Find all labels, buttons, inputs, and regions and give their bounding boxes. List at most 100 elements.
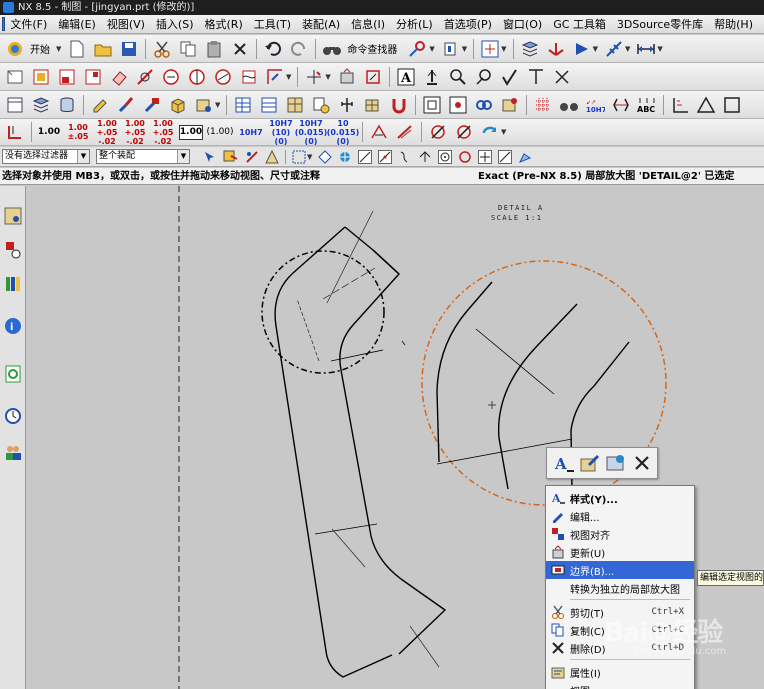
info-point-icon[interactable] bbox=[440, 38, 462, 60]
clock-icon[interactable] bbox=[2, 404, 24, 428]
nominal-format-button[interactable]: 1.00 bbox=[37, 121, 61, 143]
cursor-select-icon[interactable] bbox=[202, 149, 218, 165]
database-icon[interactable] bbox=[56, 94, 78, 116]
edit-tools-icon[interactable] bbox=[578, 451, 602, 475]
triangle-icon[interactable] bbox=[695, 94, 717, 116]
cut-icon[interactable] bbox=[151, 38, 173, 60]
menu-insert[interactable]: 插入(S) bbox=[156, 16, 194, 32]
view-label-icon[interactable] bbox=[447, 94, 469, 116]
menu-assemblies[interactable]: 装配(A) bbox=[302, 16, 340, 32]
chevron-down-icon[interactable]: ▼ bbox=[501, 45, 506, 53]
chevron-down-icon[interactable]: ▼ bbox=[501, 128, 506, 136]
eraser-icon[interactable] bbox=[108, 66, 130, 88]
unilateral-tolerance-button[interactable]: 1.00 +.05 -.02 bbox=[95, 119, 119, 145]
link-view-icon[interactable] bbox=[473, 94, 495, 116]
pencil-icon[interactable] bbox=[89, 94, 111, 116]
delete-icon[interactable] bbox=[229, 38, 251, 60]
base-view-icon[interactable] bbox=[30, 66, 52, 88]
detail-view-label[interactable]: DETAIL A bbox=[498, 204, 544, 212]
menu-information[interactable]: 信息(I) bbox=[351, 16, 385, 32]
menu-item-style[interactable]: A 样式(Y)... bbox=[546, 489, 694, 507]
start-icon[interactable] bbox=[4, 38, 26, 60]
chevron-down-icon[interactable]: ▼ bbox=[429, 45, 434, 53]
menu-window[interactable]: 窗口(O) bbox=[503, 16, 542, 32]
open-folder-icon[interactable] bbox=[92, 38, 114, 60]
menu-file[interactable]: 文件(F) bbox=[10, 16, 47, 32]
body-select-icon[interactable] bbox=[264, 149, 280, 165]
update-view-icon[interactable] bbox=[336, 66, 358, 88]
frame-view-icon[interactable] bbox=[421, 94, 443, 116]
feature-select-icon[interactable] bbox=[244, 149, 260, 165]
snap-sets-icon[interactable] bbox=[337, 149, 353, 165]
box-3d-icon[interactable] bbox=[167, 94, 189, 116]
part-navigator-icon[interactable] bbox=[2, 238, 24, 262]
mid-point-icon[interactable] bbox=[377, 149, 393, 165]
chevron-down-icon[interactable]: ▼ bbox=[215, 101, 220, 109]
menu-format[interactable]: 格式(R) bbox=[205, 16, 243, 32]
bent-bar-geometry[interactable] bbox=[274, 226, 447, 678]
bilateral-tolerance-button[interactable]: 1.00 ±.05 bbox=[65, 121, 91, 143]
layer-settings-icon[interactable] bbox=[30, 94, 52, 116]
weld-symbol-icon[interactable] bbox=[525, 66, 547, 88]
fit-view-icon[interactable] bbox=[479, 38, 501, 60]
gear-box-icon[interactable] bbox=[193, 94, 215, 116]
diameter-alt-icon[interactable] bbox=[453, 121, 475, 143]
move-axis-icon[interactable] bbox=[603, 38, 625, 60]
menu-item-copy[interactable]: 复制(C) Ctrl+C bbox=[546, 621, 694, 639]
chevron-down-icon[interactable]: ▼ bbox=[625, 45, 630, 53]
menu-item-properties[interactable]: 属性(I) bbox=[546, 663, 694, 681]
wcs-icon[interactable] bbox=[545, 38, 567, 60]
close-icon[interactable] bbox=[630, 451, 654, 475]
menu-preferences[interactable]: 首选项(P) bbox=[444, 16, 492, 32]
chevron-down-icon[interactable]: ▼ bbox=[307, 153, 312, 161]
layer-stack-icon[interactable] bbox=[519, 38, 541, 60]
roles-icon[interactable] bbox=[2, 440, 24, 464]
menu-item-cut[interactable]: 剪切(T) Ctrl+X bbox=[546, 603, 694, 621]
drawing-view-icon[interactable] bbox=[82, 66, 104, 88]
chamfer-dim-icon[interactable] bbox=[610, 94, 632, 116]
fit-limit-button[interactable]: 10H7 (0.015) (0) bbox=[295, 119, 328, 145]
quadrant-point-icon[interactable] bbox=[457, 149, 473, 165]
surface-finish-icon[interactable] bbox=[499, 66, 521, 88]
arc-center-icon[interactable] bbox=[437, 149, 453, 165]
point-on-curve-icon[interactable] bbox=[497, 149, 513, 165]
menu-item-view-alignment[interactable]: 视图对齐 bbox=[546, 525, 694, 543]
web-browser-icon[interactable]: i bbox=[2, 314, 24, 338]
auto-balloon-icon[interactable] bbox=[310, 94, 332, 116]
detail-source-circle[interactable] bbox=[261, 250, 385, 374]
grid-snap-icon[interactable] bbox=[532, 94, 554, 116]
text-style-icon[interactable]: A bbox=[552, 451, 576, 475]
new-file-icon[interactable] bbox=[66, 38, 88, 60]
break-out-icon[interactable] bbox=[264, 66, 286, 88]
diameter-icon[interactable] bbox=[427, 121, 449, 143]
view-style-icon[interactable] bbox=[499, 94, 521, 116]
menu-edit[interactable]: 编辑(E) bbox=[58, 16, 96, 32]
fork-tool-icon[interactable] bbox=[336, 94, 358, 116]
limit-tolerance-alt-button[interactable]: 1.00 +.05 -.02 bbox=[151, 119, 175, 145]
chevron-down-icon[interactable]: ▼ bbox=[593, 45, 598, 53]
sheet-template-icon[interactable] bbox=[4, 94, 26, 116]
half-section-icon[interactable] bbox=[186, 66, 208, 88]
copy-icon[interactable] bbox=[177, 38, 199, 60]
dimension-style-icon[interactable] bbox=[4, 121, 26, 143]
history-icon[interactable] bbox=[2, 362, 24, 386]
dimension-radius-icon[interactable] bbox=[368, 121, 390, 143]
zoom-icon[interactable] bbox=[447, 66, 469, 88]
menu-item-update[interactable]: 更新(U) bbox=[546, 543, 694, 561]
dimension-line-icon[interactable] bbox=[635, 38, 657, 60]
general-select-icon[interactable] bbox=[222, 149, 240, 165]
control-point-icon[interactable] bbox=[397, 149, 413, 165]
assembly-navigator-icon[interactable] bbox=[2, 204, 24, 228]
undo-icon[interactable] bbox=[262, 38, 284, 60]
table-note-icon[interactable] bbox=[232, 94, 254, 116]
chevron-down-icon[interactable]: ▼ bbox=[325, 73, 330, 81]
text-annotation-icon[interactable]: A bbox=[395, 66, 417, 88]
abc-text-icon[interactable]: ABC bbox=[636, 94, 658, 116]
menu-item-delete[interactable]: 删除(D) Ctrl+D bbox=[546, 639, 694, 657]
existing-point-icon[interactable] bbox=[477, 149, 493, 165]
menu-3dsource[interactable]: 3DSource零件库 bbox=[617, 16, 703, 32]
target-point-icon[interactable] bbox=[551, 66, 573, 88]
snap-point-icon[interactable] bbox=[317, 149, 333, 165]
menu-view[interactable]: 视图(V) bbox=[107, 16, 145, 32]
basic-dimension-button[interactable]: 1.00 bbox=[179, 124, 203, 140]
